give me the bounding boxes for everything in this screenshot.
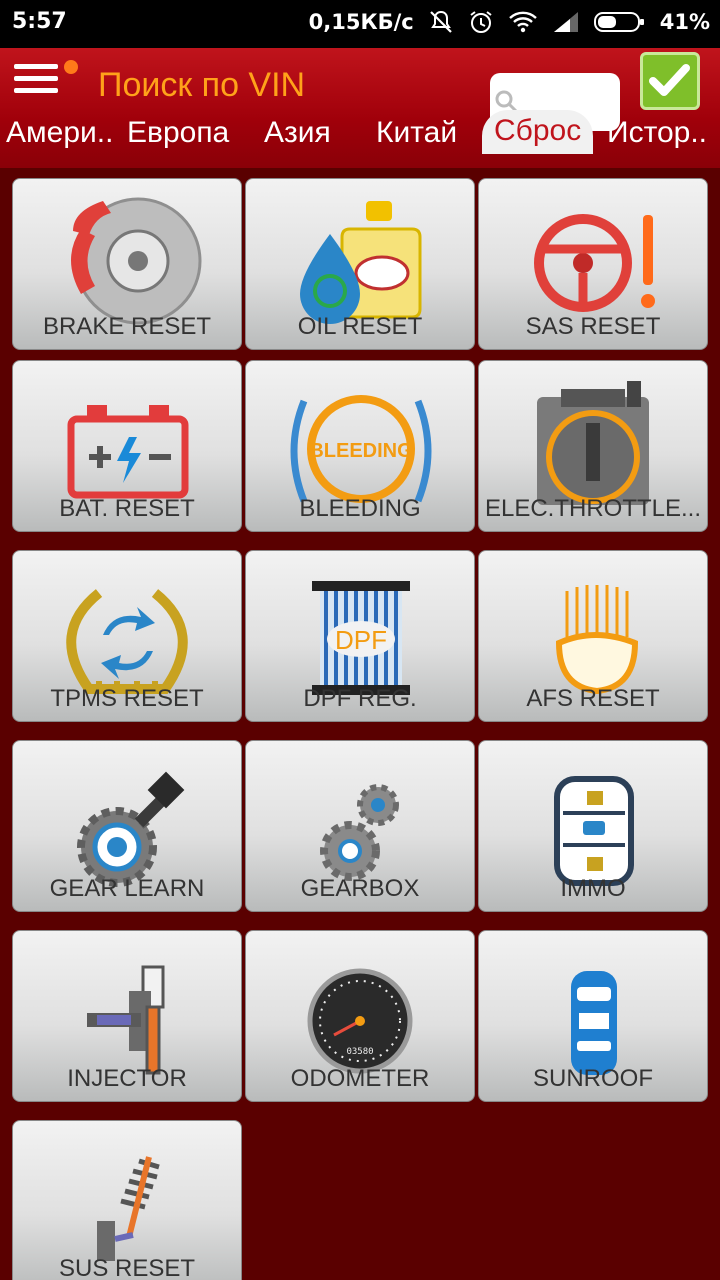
signal-icon (553, 12, 578, 32)
oil-bottle-icon (300, 201, 422, 324)
gearbox-icon (320, 784, 399, 881)
headlight-icon (555, 585, 639, 695)
tile-label: SUNROOF (533, 1065, 653, 1092)
menu-button[interactable] (12, 58, 78, 102)
function-grid: BRAKE RESET OIL RESET SAS RESET BAT. RES… (0, 178, 720, 1280)
tab-china[interactable]: Китай (376, 116, 457, 150)
tile-label: OIL RESET (297, 313, 423, 340)
tile-label: TPMS RESET (50, 685, 204, 712)
dpf-filter-icon: DPF (312, 581, 410, 695)
injector-tile[interactable]: INJECTOR (12, 930, 242, 1102)
steering-wheel-icon (534, 214, 655, 312)
odometer-icon: 03580 (307, 968, 413, 1074)
sas-reset-tile[interactable]: SAS RESET (478, 178, 708, 350)
page-title[interactable]: Поиск по VIN (98, 66, 305, 105)
tab-history[interactable]: Истор.. (607, 116, 707, 150)
status-bar: 5:57 0,15КБ/с 41% (0, 0, 720, 48)
tile-label: ELEC.THROTTLE... (484, 495, 702, 522)
tab-asia[interactable]: Азия (264, 116, 331, 150)
status-icons: 0,15КБ/с 41% (309, 9, 710, 35)
tile-label: DPF REG. (303, 685, 417, 712)
battery-percent: 41% (659, 10, 710, 34)
status-time: 5:57 (12, 9, 67, 34)
alarm-icon (470, 11, 492, 33)
tile-label: GEAR LEARN (49, 875, 205, 902)
confirm-button[interactable] (640, 52, 700, 110)
tab-america[interactable]: Амери.. (6, 116, 113, 150)
immo-tile[interactable]: IMMO (478, 740, 708, 912)
tab-bar: Амери.. Европа Азия Китай Сброс Истор.. (0, 110, 720, 168)
sunroof-car-icon (571, 971, 617, 1075)
battery-icon (67, 405, 189, 499)
battery-status-icon (593, 12, 644, 32)
suspension-icon (97, 1156, 160, 1261)
bleeding-icon: BLEEDING (290, 395, 432, 503)
odometer-counter: 03580 (346, 1047, 373, 1057)
gear-learn-icon (77, 771, 185, 887)
mute-icon (429, 10, 452, 33)
app-header: Поиск по VIN Амери.. Европа Азия Китай С… (0, 48, 720, 168)
tile-label: BLEEDING (299, 495, 421, 522)
battery-reset-tile[interactable]: BAT. RESET (12, 360, 242, 532)
tpms-reset-tile[interactable]: TPMS RESET (12, 550, 242, 722)
dpf-tile[interactable]: DPF DPF REG. (245, 550, 475, 722)
tile-label: IMMO (560, 875, 626, 902)
brake-reset-tile[interactable]: BRAKE RESET (12, 178, 242, 350)
immobilizer-key-icon (554, 776, 634, 886)
brake-disc-icon (71, 197, 202, 325)
bleeding-tile[interactable]: BLEEDING BLEEDING (245, 360, 475, 532)
tab-europe[interactable]: Европа (127, 116, 229, 150)
net-speed: 0,15КБ/с (308, 10, 414, 34)
tab-reset[interactable]: Сброс (482, 110, 594, 154)
gear-learn-tile[interactable]: GEAR LEARN (12, 740, 242, 912)
tile-label: SUS RESET (58, 1255, 196, 1280)
tile-label: INJECTOR (67, 1065, 187, 1092)
dpf-badge: DPF (335, 625, 387, 655)
tile-label: BRAKE RESET (42, 313, 212, 340)
throttle-icon (537, 381, 649, 505)
sunroof-tile[interactable]: SUNROOF (478, 930, 708, 1102)
injector-icon (87, 965, 165, 1075)
tile-label: SAS RESET (525, 313, 661, 340)
sus-reset-tile[interactable]: SUS RESET (12, 1120, 242, 1280)
tire-pressure-icon (66, 589, 188, 694)
oil-reset-tile[interactable]: OIL RESET (245, 178, 475, 350)
bleeding-badge: BLEEDING (309, 440, 412, 462)
checkmark-icon (649, 64, 690, 96)
wifi-icon (508, 11, 537, 33)
tile-label: AFS RESET (526, 685, 660, 712)
gearbox-tile[interactable]: GEARBOX (245, 740, 475, 912)
throttle-tile[interactable]: ELEC.THROTTLE... (478, 360, 708, 532)
odometer-tile[interactable]: 03580 ODOMETER (245, 930, 475, 1102)
notification-dot (64, 60, 78, 74)
tile-label: GEARBOX (300, 875, 420, 902)
tile-label: ODOMETER (290, 1065, 430, 1092)
afs-reset-tile[interactable]: AFS RESET (478, 550, 708, 722)
tile-label: BAT. RESET (59, 495, 195, 522)
